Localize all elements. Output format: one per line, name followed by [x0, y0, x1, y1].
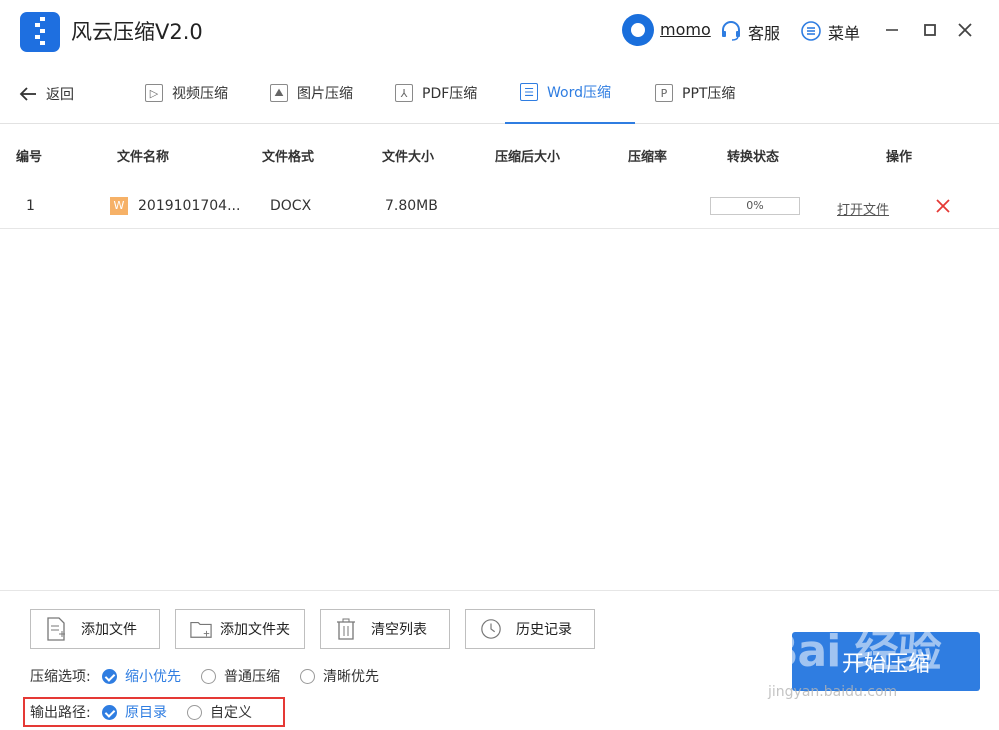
row-file-size: 7.80MB: [385, 198, 438, 214]
clear-list-label: 清空列表: [371, 622, 427, 638]
tab-video-compress[interactable]: ▷ 视频压缩: [145, 62, 228, 124]
clear-list-button[interactable]: 清空列表: [320, 609, 450, 649]
arrow-left-icon: [19, 87, 36, 101]
app-title: 风云压缩V2.0: [71, 20, 203, 44]
user-name-link[interactable]: momo: [660, 20, 711, 39]
table-row[interactable]: 1 W 2019101704... DOCX 7.80MB 0% 打开文件: [0, 184, 999, 229]
menu-icon[interactable]: [800, 20, 822, 42]
tab-ppt-compress[interactable]: P PPT压缩: [655, 62, 735, 124]
history-button[interactable]: 历史记录: [465, 609, 595, 649]
radio-label: 清晰优先: [323, 669, 379, 685]
column-header-name: 文件名称: [117, 150, 170, 165]
word-icon: ☰: [520, 83, 538, 101]
table-header: 编号 文件名称 文件格式 文件大小 压缩后大小 压缩率 转换状态 操作: [0, 124, 999, 184]
add-file-button[interactable]: 添加文件: [30, 609, 160, 649]
radio-normal-compress[interactable]: 普通压缩: [201, 666, 280, 686]
progress-text: 0%: [746, 199, 764, 212]
radio-unchecked-icon: [201, 668, 216, 684]
service-button[interactable]: 客服: [748, 20, 780, 44]
maximize-icon[interactable]: [918, 18, 942, 42]
compress-options-label: 压缩选项:: [30, 669, 91, 685]
image-icon: ⛰: [270, 84, 288, 102]
back-button[interactable]: 返回: [18, 82, 74, 106]
add-folder-button[interactable]: 添加文件夹: [175, 609, 305, 649]
radio-label: 缩小优先: [125, 669, 181, 685]
column-header-action: 操作: [886, 150, 913, 165]
column-header-index: 编号: [16, 150, 43, 165]
user-avatar[interactable]: [622, 14, 654, 46]
baidu-watermark-url: jingyan.baidu.com: [768, 684, 898, 700]
column-header-ratio: 压缩率: [628, 150, 668, 165]
tab-label: 视频压缩: [172, 86, 228, 102]
ppt-icon: P: [655, 84, 673, 102]
row-file-format: DOCX: [270, 198, 312, 214]
headset-icon[interactable]: [720, 20, 742, 42]
column-header-status: 转换状态: [727, 150, 780, 165]
title-bar: 风云压缩V2.0 momo 客服 菜单: [0, 0, 999, 62]
video-icon: ▷: [145, 84, 163, 102]
row-file-name: 2019101704...: [138, 198, 241, 214]
radio-size-priority[interactable]: 缩小优先: [102, 666, 181, 686]
close-icon[interactable]: [953, 18, 977, 42]
add-folder-label: 添加文件夹: [220, 622, 290, 638]
delete-icon[interactable]: [935, 198, 951, 214]
tab-label: PDF压缩: [422, 86, 478, 102]
minimize-icon[interactable]: [880, 18, 904, 42]
tab-bar: 返回 ▷ 视频压缩 ⛰ 图片压缩 ⅄ PDF压缩 ☰ Word压缩 P PPT压…: [0, 62, 999, 124]
word-file-icon: W: [110, 197, 128, 215]
add-file-icon: [47, 617, 65, 641]
baidu-watermark: Bai 经验: [765, 626, 942, 677]
tab-label: Word压缩: [547, 85, 611, 101]
menu-button[interactable]: 菜单: [828, 20, 860, 44]
app-logo-icon: [20, 12, 60, 52]
progress-bar: 0%: [710, 197, 800, 215]
trash-icon: [337, 618, 355, 640]
history-label: 历史记录: [516, 622, 572, 638]
radio-clarity-priority[interactable]: 清晰优先: [300, 666, 379, 686]
highlight-annotation-box: [23, 697, 285, 727]
open-file-link[interactable]: 打开文件: [837, 199, 889, 218]
clock-icon: [481, 619, 501, 639]
add-folder-icon: [190, 621, 212, 638]
column-header-format: 文件格式: [262, 150, 315, 165]
column-header-compressed-size: 压缩后大小: [495, 150, 561, 165]
add-file-label: 添加文件: [81, 622, 137, 638]
tab-image-compress[interactable]: ⛰ 图片压缩: [270, 62, 353, 124]
tab-label: 图片压缩: [297, 86, 353, 102]
column-header-size: 文件大小: [382, 150, 435, 165]
radio-checked-icon: [102, 668, 117, 684]
row-index: 1: [26, 198, 35, 214]
tab-word-compress[interactable]: ☰ Word压缩: [505, 62, 635, 124]
tab-label: PPT压缩: [682, 86, 736, 102]
compress-options: 压缩选项: 缩小优先 普通压缩 清晰优先: [30, 666, 399, 686]
radio-unchecked-icon: [300, 668, 315, 684]
tab-pdf-compress[interactable]: ⅄ PDF压缩: [395, 62, 477, 124]
back-label: 返回: [46, 87, 74, 103]
radio-label: 普通压缩: [224, 669, 280, 685]
pdf-icon: ⅄: [395, 84, 413, 102]
